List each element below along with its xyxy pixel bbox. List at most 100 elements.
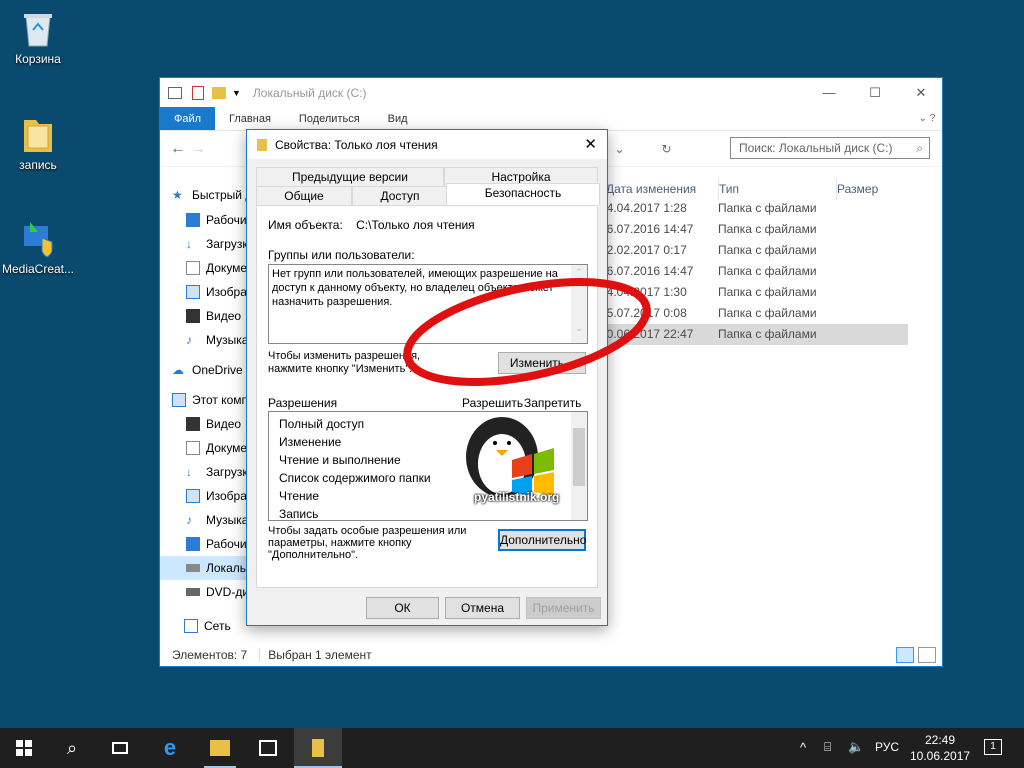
clock[interactable]: 22:49 10.06.2017: [910, 732, 970, 764]
new-folder-icon[interactable]: [212, 86, 226, 99]
task-view-button[interactable]: [96, 728, 144, 768]
nav-desktop[interactable]: Рабочий стол: [160, 208, 248, 232]
action-center-icon[interactable]: 1: [984, 739, 1002, 755]
nav-pc-documents[interactable]: Документы: [160, 436, 248, 460]
nav-pc-desktop[interactable]: Рабочий стол: [160, 532, 248, 556]
volume-icon[interactable]: 🔈: [848, 739, 864, 755]
object-label-text: Имя объекта:: [268, 218, 343, 232]
tab-general[interactable]: Общие: [256, 186, 352, 205]
notification-count: 1: [990, 741, 996, 752]
nav-local-disk[interactable]: Локальный диск (C:): [160, 556, 248, 580]
nav-music[interactable]: ♪ Музыка: [160, 328, 248, 352]
tab-share[interactable]: Поделиться: [285, 107, 374, 130]
refresh-icon[interactable]: ↻: [661, 142, 671, 156]
maximize-button[interactable]: ☐: [852, 78, 898, 107]
dropdown-icon[interactable]: ⌄: [614, 142, 624, 156]
advanced-button[interactable]: Дополнительно: [498, 529, 586, 551]
nav-quick-access[interactable]: ★ Быстрый доступ: [160, 182, 248, 208]
tab-file[interactable]: Файл: [160, 107, 216, 130]
tray-chevron-icon[interactable]: ^: [800, 740, 806, 755]
ribbon-expand-icon[interactable]: ⌄ ?: [912, 107, 942, 130]
tab-home[interactable]: Главная: [215, 107, 285, 130]
status-selected: Выбран 1 элемент: [259, 648, 372, 662]
store-button[interactable]: [244, 728, 292, 768]
task-view-icon: [112, 742, 128, 754]
large-icons-view-icon[interactable]: [918, 647, 936, 663]
properties-icon[interactable]: [192, 85, 204, 100]
minimize-button[interactable]: ―: [806, 78, 852, 107]
nav-this-pc[interactable]: Этот компьютер: [160, 388, 248, 412]
search-button[interactable]: ⌕: [48, 728, 96, 768]
permissions-label: Разрешения: [268, 396, 338, 410]
nav-documents[interactable]: Документы: [160, 256, 248, 280]
file-row[interactable]: 16.07.2016 14:47 Папка с файлами: [600, 219, 908, 240]
permissions-scrollbar[interactable]: [571, 412, 587, 520]
tab-sharing[interactable]: Доступ: [352, 186, 448, 205]
desktop-icon-mediacreation[interactable]: MediaCreat...: [0, 218, 76, 276]
desktop-icon-recycle-bin[interactable]: Корзина: [0, 8, 76, 66]
file-row[interactable]: 04.04.2017 1:28 Папка с файлами: [600, 198, 908, 219]
back-arrow-icon[interactable]: ←: [168, 140, 188, 158]
start-button[interactable]: [0, 728, 48, 768]
ok-button[interactable]: ОК: [366, 597, 439, 619]
column-date[interactable]: Дата изменения: [606, 178, 696, 200]
groups-label: Группы или пользователи:: [268, 248, 415, 262]
file-explorer-button[interactable]: [196, 728, 244, 768]
status-items-count: Элементов: 7: [172, 648, 248, 662]
nav-pc-downloads[interactable]: ↓ Загрузки: [160, 460, 248, 484]
nav-label: Сеть: [204, 619, 231, 633]
nav-downloads[interactable]: ↓ Загрузки: [160, 232, 248, 256]
details-view-icon[interactable]: [896, 647, 914, 663]
file-type: Папка с файлами: [718, 306, 817, 320]
windows-logo-icon: [16, 740, 32, 756]
video-icon: [186, 417, 200, 431]
cloud-icon: ☁: [172, 363, 184, 377]
file-type: Папка с файлами: [718, 327, 817, 341]
nav-pc-videos[interactable]: Видео: [160, 412, 248, 436]
active-window-button[interactable]: [294, 728, 342, 768]
cancel-button[interactable]: Отмена: [445, 597, 520, 619]
nav-network[interactable]: Сеть: [160, 614, 248, 638]
apply-button[interactable]: Применить: [526, 597, 601, 619]
search-input[interactable]: Поиск: Локальный диск (C:) ⌕: [730, 137, 930, 159]
nav-videos[interactable]: Видео: [160, 304, 248, 328]
nav-label: Изображения: [206, 285, 248, 299]
tab-view[interactable]: Вид: [374, 107, 422, 130]
desktop-icon: [186, 537, 200, 551]
file-row[interactable]: 02.02.2017 0:17 Папка с файлами: [600, 240, 908, 261]
column-type[interactable]: Тип: [718, 178, 739, 200]
window-title: Локальный диск (C:): [252, 85, 367, 100]
tab-previous-versions[interactable]: Предыдущие версии: [256, 167, 444, 186]
search-icon: ⌕: [66, 737, 78, 758]
nav-pc-music[interactable]: ♪ Музыка: [160, 508, 248, 532]
recycle-bin-icon: [20, 8, 56, 48]
column-size[interactable]: Размер: [836, 178, 878, 200]
navigation-pane: ★ Быстрый доступ Рабочий стол ↓ Загрузки Д…: [160, 178, 248, 644]
desktop-icon: [186, 213, 200, 227]
close-button[interactable]: ✕: [898, 78, 944, 107]
nav-dvd[interactable]: DVD-дисковод: [160, 580, 248, 604]
network-status-icon[interactable]: ⌸: [824, 740, 831, 755]
object-path: C:\Только лоя чтения: [356, 218, 475, 232]
dialog-close-icon[interactable]: ✕: [584, 135, 597, 153]
nav-pc-pictures[interactable]: Изображения: [160, 484, 248, 508]
nav-label: OneDrive: [192, 363, 243, 377]
edge-button[interactable]: e: [146, 728, 194, 768]
desktop-icon-zapis[interactable]: запись: [0, 114, 76, 172]
quick-access-toolbar-icon[interactable]: [168, 86, 182, 99]
folder-icon: [210, 740, 230, 756]
status-bar: Элементов: 7 Выбран 1 элемент: [160, 644, 942, 666]
language-indicator[interactable]: РУС: [875, 740, 899, 754]
nav-label: Этот компьютер: [192, 393, 248, 407]
desktop-icon-label: запись: [19, 158, 57, 172]
nav-pictures[interactable]: Изображения: [160, 280, 248, 304]
network-icon: [184, 619, 198, 633]
star-icon: ★: [172, 188, 183, 202]
file-type: Папка с файлами: [718, 243, 817, 257]
document-icon: [186, 261, 200, 275]
dialog-titlebar: Свойства: Только лоя чтения ✕: [247, 130, 607, 159]
nav-onedrive[interactable]: ☁ OneDrive: [160, 358, 248, 382]
tab-security[interactable]: Безопасность: [446, 183, 600, 205]
customize-dropdown-icon[interactable]: ▼: [232, 88, 241, 98]
forward-arrow-icon[interactable]: →: [188, 140, 208, 158]
